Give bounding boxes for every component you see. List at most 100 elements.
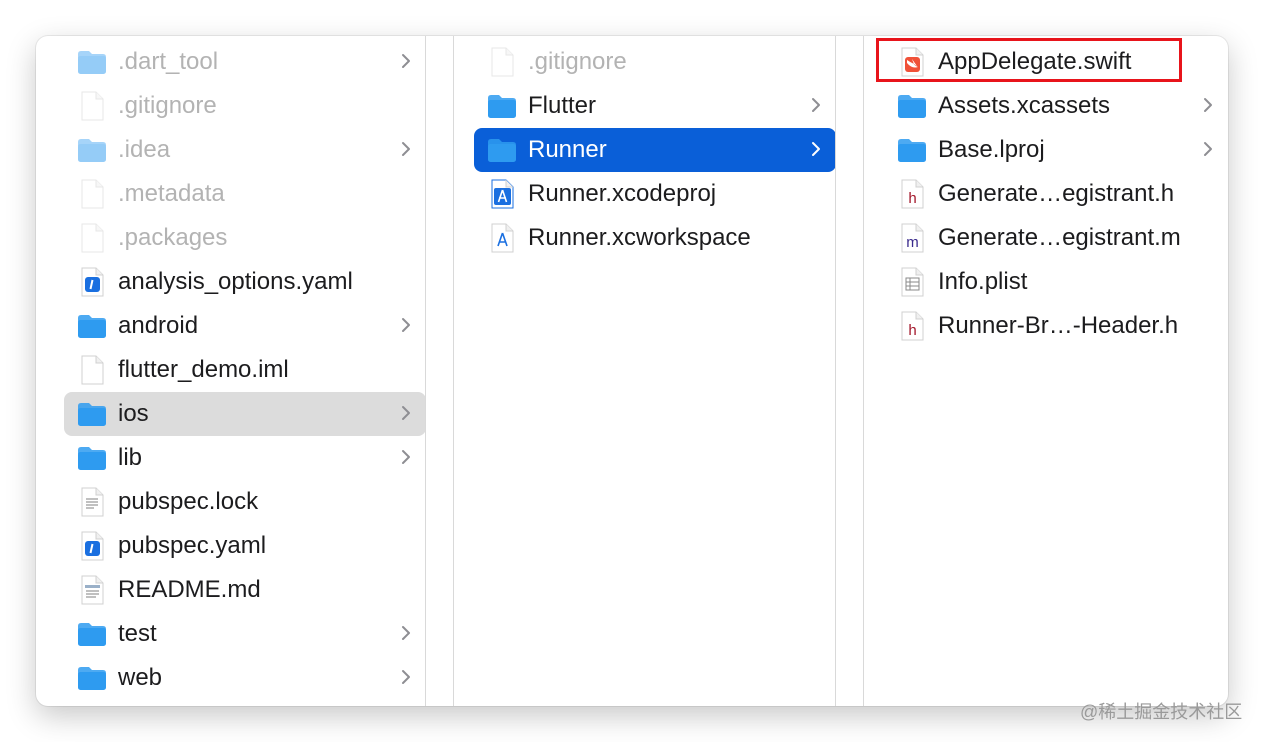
chevron-right-icon [808,93,824,117]
folder-icon [76,442,108,474]
list-item[interactable]: lib [64,436,426,480]
blank-file-icon [76,90,108,122]
item-label: analysis_options.yaml [118,268,353,295]
column-project-root: .dart_tool .gitignore .idea .metadata .packa… [64,36,426,706]
xcworkspace-icon [486,222,518,254]
list-item[interactable]: ios [64,392,426,436]
item-label: .packages [118,224,228,251]
column-divider[interactable] [425,36,426,706]
item-label: .gitignore [118,92,217,119]
folder-icon [76,46,108,78]
list-item[interactable]: h Generate…egistrant.h [884,172,1228,216]
list-item[interactable]: Assets.xcassets [884,84,1228,128]
folder-icon [76,310,108,342]
chevron-right-icon [1200,93,1216,117]
item-label: README.md [118,576,261,603]
list-item[interactable]: Base.lproj [884,128,1228,172]
yaml-file-icon [76,266,108,298]
column-divider[interactable] [863,36,864,706]
list-item[interactable]: .gitignore [474,40,836,84]
item-label: Runner-Br…-Header.h [938,312,1179,339]
svg-text:m: m [906,234,919,251]
m-source-file-icon: m [896,222,928,254]
list-item[interactable]: Info.plist [884,260,1228,304]
folder-icon [486,90,518,122]
column-runner: AppDelegate.swift Assets.xcassets Base.lpr… [884,36,1228,706]
list-item[interactable]: .gitignore [64,84,426,128]
list-item[interactable]: analysis_options.yaml [64,260,426,304]
chevron-right-icon [1200,137,1216,161]
svg-text:h: h [908,190,916,207]
item-label: ios [118,400,149,427]
list-item[interactable]: .dart_tool [64,40,426,84]
item-label: flutter_demo.iml [118,356,289,383]
list-item[interactable]: web [64,656,426,700]
list-item[interactable]: Runner [474,128,836,172]
list-item[interactable]: .metadata [64,172,426,216]
item-label: pubspec.yaml [118,532,267,559]
folder-icon [76,618,108,650]
folder-icon [76,398,108,430]
item-label: Generate…egistrant.m [938,224,1181,251]
list-item[interactable]: android [64,304,426,348]
chevron-right-icon [398,49,414,73]
item-label: Base.lproj [938,136,1045,163]
item-label: Flutter [528,92,597,119]
column-ios: .gitignore Flutter Runner Runner.xcodeproj R… [474,36,836,706]
plist-file-icon [896,266,928,298]
red-highlight-annotation [876,38,1182,82]
item-label: Runner.xcworkspace [528,224,751,251]
svg-text:h: h [908,322,916,339]
item-label: Runner.xcodeproj [528,180,717,207]
item-label: .metadata [118,180,225,207]
list-item[interactable]: Runner.xcodeproj [474,172,836,216]
chevron-right-icon [398,313,414,337]
item-label: Runner [528,136,607,163]
item-label: .gitignore [528,48,627,75]
chevron-right-icon [808,137,824,161]
column-divider[interactable] [453,36,454,706]
blank-file-icon [76,222,108,254]
item-label: android [118,312,199,339]
item-label: .idea [118,136,171,163]
list-item[interactable]: m Generate…egistrant.m [884,216,1228,260]
blank-file-icon [76,354,108,386]
list-item[interactable]: pubspec.yaml [64,524,426,568]
chevron-right-icon [398,665,414,689]
folder-icon [896,90,928,122]
folder-icon [486,134,518,166]
column-divider[interactable] [835,36,836,706]
item-label: .dart_tool [118,48,219,75]
list-item[interactable]: h Runner-Br…-Header.h [884,304,1228,348]
item-label: lib [118,444,143,471]
folder-icon [76,662,108,694]
xcodeproj-icon [486,178,518,210]
folder-icon [76,134,108,166]
markdown-file-icon [76,574,108,606]
item-label: pubspec.lock [118,488,259,515]
item-label: test [118,620,157,647]
blank-file-icon [76,178,108,210]
text-file-icon [76,486,108,518]
list-item[interactable]: README.md [64,568,426,612]
item-label: Info.plist [938,268,1028,295]
list-item[interactable]: test [64,612,426,656]
item-label: web [118,664,163,691]
list-item[interactable]: .packages [64,216,426,260]
item-label: Assets.xcassets [938,92,1111,119]
blank-file-icon [486,46,518,78]
list-item[interactable]: Flutter [474,84,836,128]
h-header-file-icon: h [896,310,928,342]
list-item[interactable]: Runner.xcworkspace [474,216,836,260]
chevron-right-icon [398,137,414,161]
chevron-right-icon [398,401,414,425]
h-header-file-icon: h [896,178,928,210]
chevron-right-icon [398,621,414,645]
folder-icon [896,134,928,166]
finder-window: .dart_tool .gitignore .idea .metadata .packa… [36,36,1228,706]
chevron-right-icon [398,445,414,469]
item-label: Generate…egistrant.h [938,180,1175,207]
list-item[interactable]: flutter_demo.iml [64,348,426,392]
list-item[interactable]: pubspec.lock [64,480,426,524]
list-item[interactable]: .idea [64,128,426,172]
